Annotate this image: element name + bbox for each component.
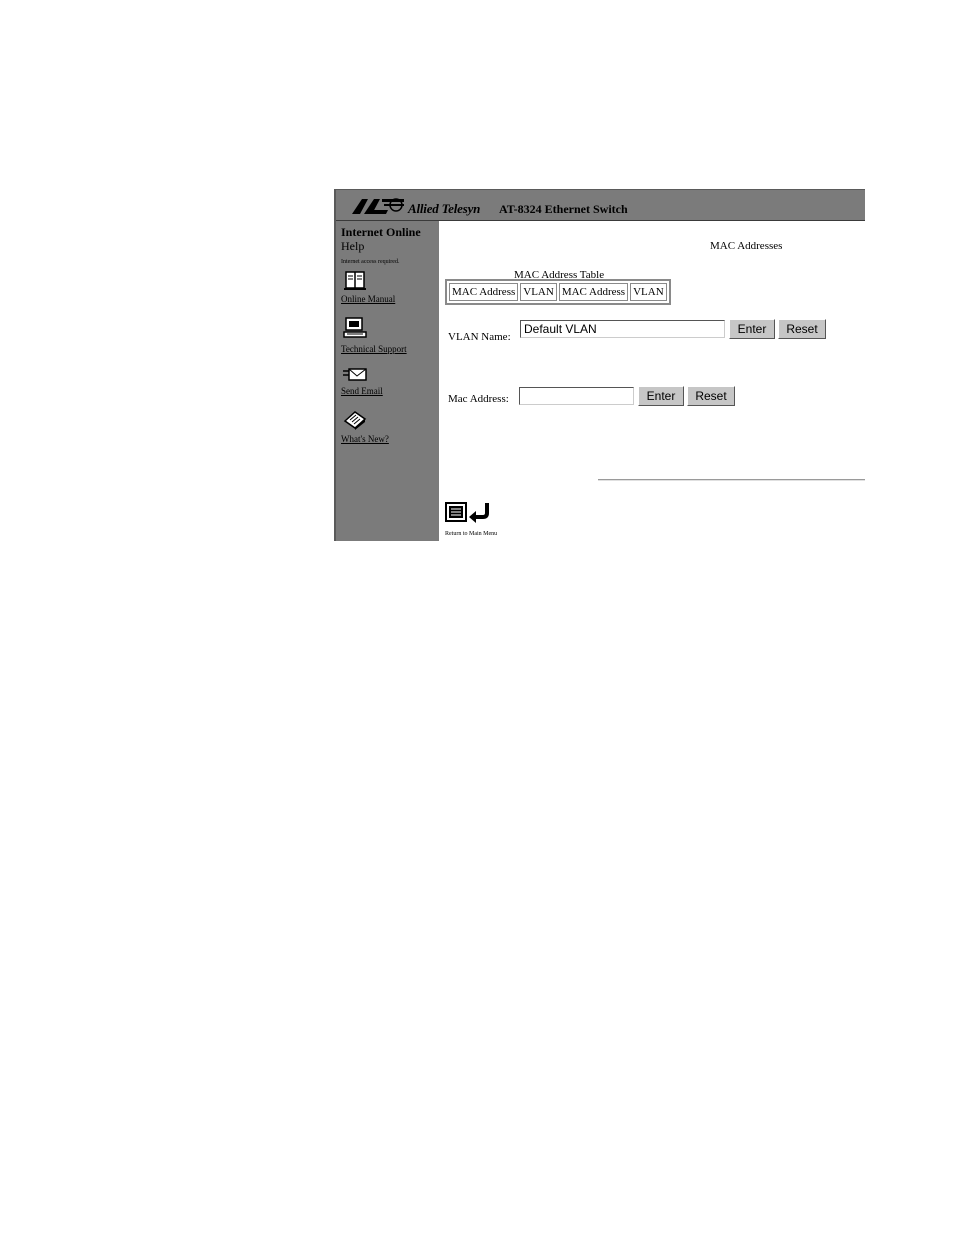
vlan-reset-button[interactable]: Reset <box>778 319 826 339</box>
return-to-main-menu-link[interactable]: Return to Main Menu <box>445 531 497 537</box>
help-title-line2: Help <box>341 239 365 253</box>
vlan-name-input[interactable] <box>520 320 725 338</box>
column-header-mac-address-2: MAC Address <box>558 283 629 301</box>
sidebar-item-whats-new[interactable]: What's New? <box>341 434 389 444</box>
allied-telesyn-logo-icon <box>352 198 404 214</box>
help-title-line1: Internet Online <box>341 225 421 239</box>
sidebar-item-online-manual[interactable]: Online Manual <box>341 294 395 304</box>
mac-enter-button[interactable]: Enter <box>638 386 684 406</box>
return-to-main-menu-icon[interactable] <box>445 501 493 525</box>
main-content: MAC Addresses MAC Address Table MAC Addr… <box>440 221 865 541</box>
browser-window: Allied Telesyn AT-8324 Ethernet Switch I… <box>334 189 865 541</box>
sidebar-item-send-email[interactable]: Send Email <box>341 386 383 396</box>
mac-reset-button[interactable]: Reset <box>687 386 735 406</box>
page-title: MAC Addresses <box>710 240 783 252</box>
book-icon[interactable] <box>343 269 367 291</box>
column-header-vlan-2: VLAN <box>630 283 667 301</box>
sidebar-item-technical-support[interactable]: Technical Support <box>341 344 407 354</box>
column-header-mac-address: MAC Address <box>449 283 519 301</box>
vlan-enter-button[interactable]: Enter <box>729 319 775 339</box>
brand-name: Allied Telesyn <box>408 201 481 216</box>
envelope-icon[interactable] <box>343 365 367 387</box>
help-sidebar: Internet Online Help Internet access req… <box>336 221 439 541</box>
mac-address-label: Mac Address: <box>448 393 509 405</box>
mac-address-table: MAC Address VLAN MAC Address VLAN <box>445 279 671 305</box>
help-title: Internet Online Help <box>341 225 436 253</box>
horizontal-divider <box>598 479 865 481</box>
column-header-vlan: VLAN <box>520 283 557 301</box>
news-icon[interactable] <box>343 409 367 431</box>
header-bar: Allied Telesyn AT-8324 Ethernet Switch <box>336 190 865 221</box>
mac-address-input[interactable] <box>519 387 634 405</box>
table-header-row: MAC Address VLAN MAC Address VLAN <box>449 283 667 301</box>
help-note: Internet access required. <box>341 259 400 265</box>
vlan-name-label: VLAN Name: <box>448 331 511 343</box>
computer-icon[interactable] <box>343 317 367 339</box>
product-name: AT-8324 Ethernet Switch <box>499 202 628 216</box>
